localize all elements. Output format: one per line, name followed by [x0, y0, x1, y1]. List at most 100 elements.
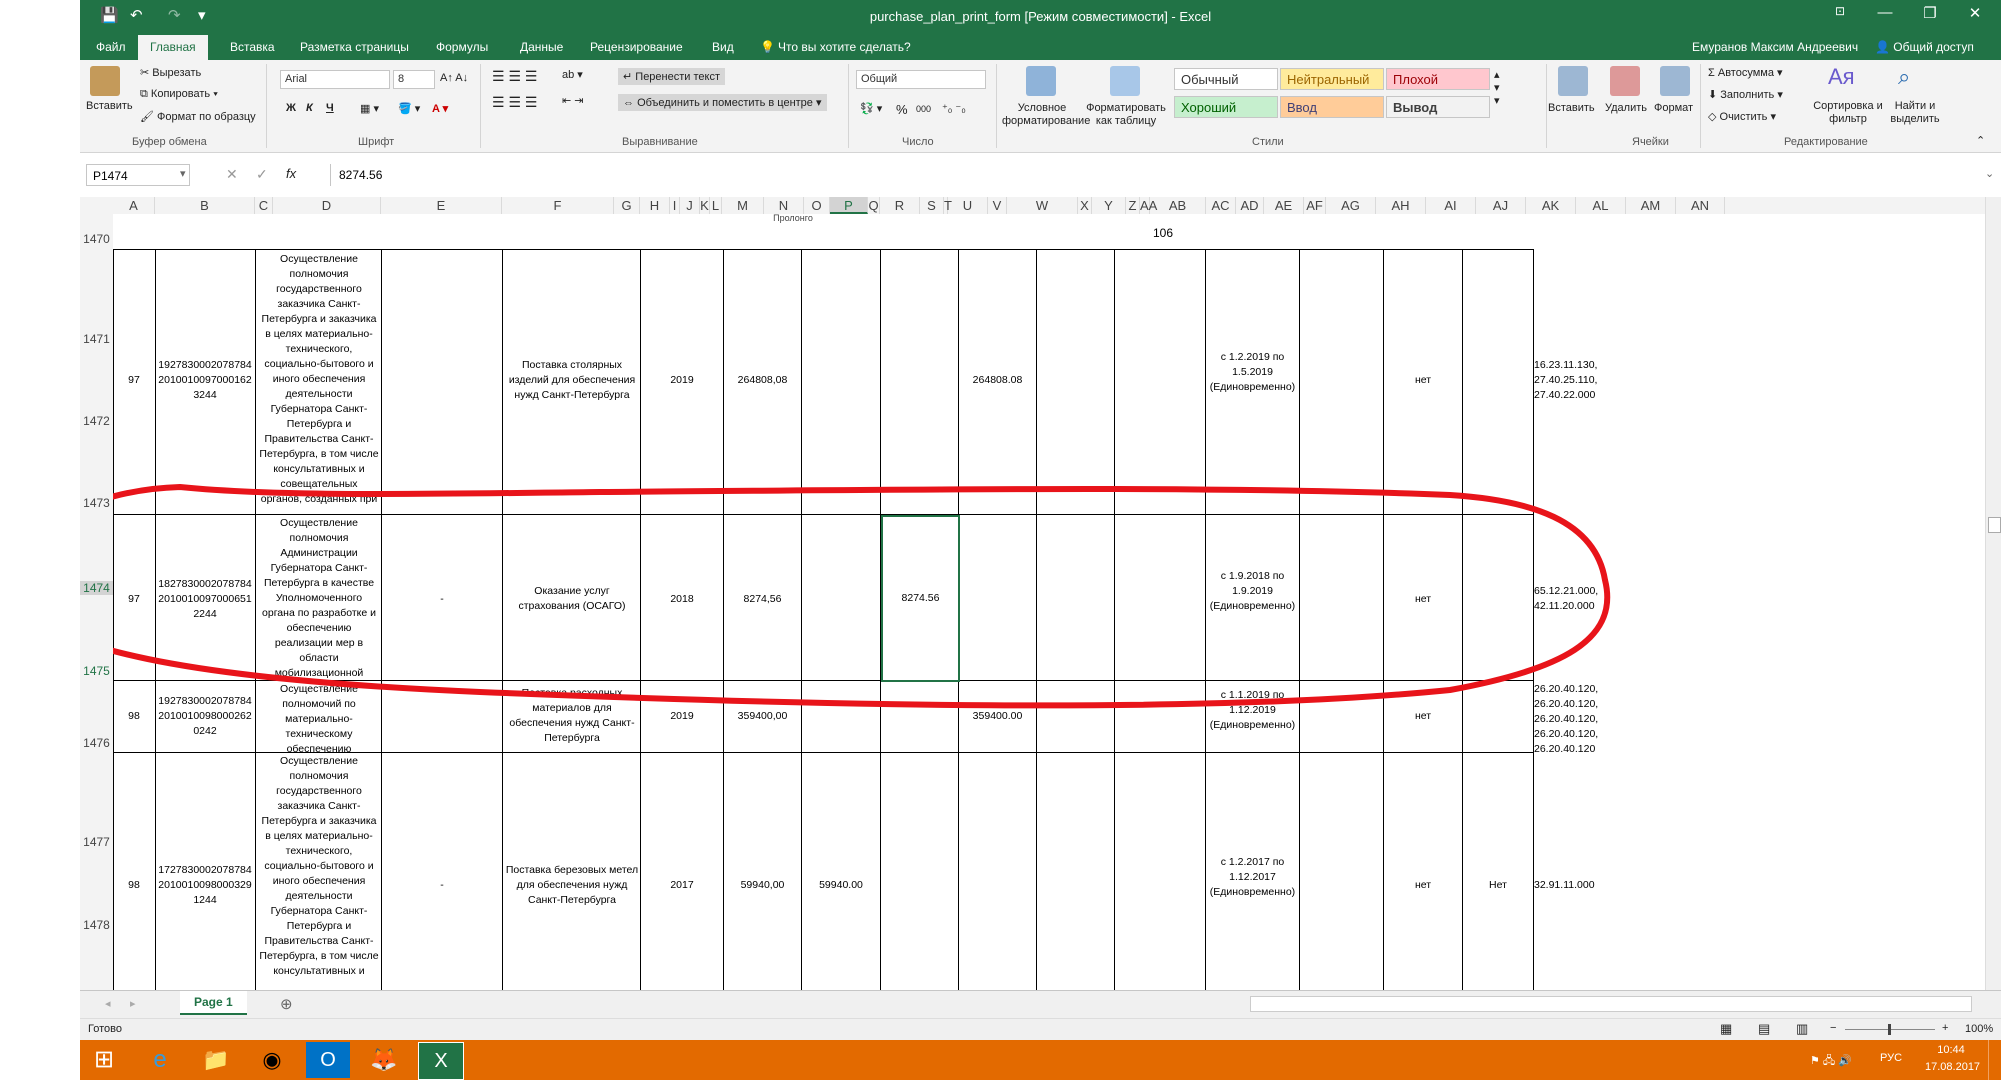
- column-header-d[interactable]: D: [273, 197, 381, 214]
- cell-purpose[interactable]: Осуществление полномочий по материально-…: [259, 682, 379, 752]
- format-cells-button[interactable]: Формат: [1654, 102, 1693, 114]
- cell-period[interactable]: с 1.2.2019 по 1.5.2019 (Единовременно): [1206, 350, 1299, 395]
- tab-page-layout[interactable]: Разметка страницы: [300, 40, 409, 54]
- sort-filter-icon[interactable]: Aᴙ: [1828, 64, 1855, 90]
- cell-purpose[interactable]: Осуществление полномочия Администрации Г…: [259, 516, 379, 680]
- tab-view[interactable]: Вид: [712, 40, 734, 54]
- maximize-button[interactable]: ❐: [1915, 4, 1945, 22]
- cell-p-selected[interactable]: 8274.56: [881, 515, 960, 682]
- row-header[interactable]: 1478: [80, 918, 113, 932]
- paste-button[interactable]: Вставить: [86, 100, 133, 112]
- language-indicator[interactable]: РУС: [1880, 1052, 1902, 1064]
- column-header-q[interactable]: Q: [868, 197, 880, 214]
- cell-okpd[interactable]: 32.91.11.000: [1534, 878, 1604, 893]
- column-header-j[interactable]: J: [680, 197, 700, 214]
- cell-e[interactable]: -: [382, 592, 502, 607]
- copy-button[interactable]: ⧉ Копировать ▾: [140, 88, 218, 101]
- column-header-ak[interactable]: AK: [1526, 197, 1576, 214]
- column-header-v[interactable]: V: [988, 197, 1007, 214]
- cell-period[interactable]: с 1.1.2019 по 1.12.2019 (Единовременно): [1206, 688, 1299, 733]
- font-name-select[interactable]: Arial: [280, 70, 390, 89]
- cell-r[interactable]: 264808.08: [959, 373, 1036, 388]
- enter-icon[interactable]: ✓: [256, 166, 268, 183]
- page-break-view-icon[interactable]: ▥: [1796, 1021, 1808, 1037]
- cell-period[interactable]: с 1.2.2017 по 1.12.2017 (Единовременно): [1206, 855, 1299, 900]
- column-header-al[interactable]: AL: [1576, 197, 1626, 214]
- show-desktop-button[interactable]: [1988, 1040, 1995, 1080]
- cancel-icon[interactable]: ✕: [226, 166, 238, 183]
- fill-color-icon[interactable]: 🪣 ▾: [398, 102, 420, 115]
- column-header-aa[interactable]: AA: [1140, 197, 1157, 214]
- sheet-prev-icon[interactable]: ◂: [105, 997, 111, 1010]
- column-header-r[interactable]: R: [880, 197, 920, 214]
- cell-year[interactable]: 2018: [641, 592, 723, 607]
- add-sheet-button[interactable]: ⊕: [280, 995, 293, 1013]
- close-button[interactable]: ✕: [1960, 4, 1990, 22]
- collapse-ribbon-icon[interactable]: ⌃: [1976, 134, 1985, 147]
- tab-data[interactable]: Данные: [520, 40, 563, 54]
- column-header-ab[interactable]: AB: [1150, 197, 1206, 214]
- find-select-button[interactable]: Найти и выделить: [1880, 100, 1950, 126]
- delete-cells-icon[interactable]: [1610, 66, 1640, 96]
- cell-num[interactable]: 98: [113, 709, 155, 724]
- find-icon[interactable]: ⌕: [1898, 64, 1910, 90]
- cell-ab[interactable]: нет: [1384, 373, 1462, 388]
- column-header-g[interactable]: G: [614, 197, 640, 214]
- column-header-c[interactable]: C: [255, 197, 273, 214]
- cell-purpose[interactable]: Осуществление полномочия государственног…: [259, 252, 379, 514]
- font-size-select[interactable]: 8: [393, 70, 435, 89]
- conditional-format-button[interactable]: Условное форматирование: [1002, 102, 1090, 128]
- cell-num[interactable]: 97: [113, 592, 155, 607]
- cell-period[interactable]: с 1.9.2018 по 1.9.2019 (Единовременно): [1206, 569, 1299, 614]
- column-header-ac[interactable]: AC: [1206, 197, 1236, 214]
- row-header[interactable]: 1470: [80, 232, 113, 246]
- insert-cells-button[interactable]: Вставить: [1548, 102, 1595, 114]
- cell-okpd[interactable]: 26.20.40.120, 26.20.40.120, 26.20.40.120…: [1534, 682, 1604, 752]
- outlook-icon[interactable]: O: [306, 1042, 350, 1078]
- sheet-tab-page-1[interactable]: Page 1: [180, 991, 247, 1015]
- clock-date[interactable]: 17.08.2017: [1925, 1061, 1980, 1073]
- column-header-ad[interactable]: AD: [1236, 197, 1264, 214]
- thousands-button[interactable]: 000: [916, 104, 931, 114]
- cell-subject[interactable]: Оказание услуг страхования (ОСАГО): [505, 584, 639, 614]
- file-explorer-icon[interactable]: 📁: [194, 1042, 238, 1078]
- cell-year[interactable]: 2019: [641, 709, 723, 724]
- cell-total[interactable]: 59940,00: [724, 878, 801, 893]
- sheet-next-icon[interactable]: ▸: [130, 997, 136, 1010]
- style-output[interactable]: Вывод: [1386, 96, 1490, 118]
- column-header-u[interactable]: U: [948, 197, 988, 214]
- cell-ab[interactable]: нет: [1384, 709, 1462, 724]
- insert-function-icon[interactable]: fx: [286, 166, 296, 181]
- row-header[interactable]: 1472: [80, 414, 113, 428]
- format-as-table-button[interactable]: Форматировать как таблицу: [1086, 102, 1166, 128]
- cell-code[interactable]: 172783000207878420100100980003291244: [157, 863, 253, 908]
- sort-filter-button[interactable]: Сортировка и фильтр: [1808, 100, 1888, 126]
- column-header-am[interactable]: AM: [1626, 197, 1676, 214]
- start-icon[interactable]: ⊞: [82, 1042, 126, 1078]
- zoom-slider-thumb[interactable]: [1888, 1024, 1891, 1035]
- cell-purpose[interactable]: Осуществление полномочия государственног…: [259, 754, 379, 990]
- delete-cells-button[interactable]: Удалить: [1605, 102, 1647, 114]
- column-header-o[interactable]: O: [804, 197, 830, 214]
- cell-year[interactable]: 2017: [641, 878, 723, 893]
- column-header-a[interactable]: A: [113, 197, 155, 214]
- column-header-b[interactable]: B: [155, 197, 255, 214]
- column-header-ah[interactable]: AH: [1376, 197, 1426, 214]
- cell-okpd[interactable]: 16.23.11.130, 27.40.25.110, 27.40.22.000: [1534, 358, 1604, 403]
- clock-time[interactable]: 10:44: [1925, 1044, 1977, 1056]
- row-header[interactable]: 1471: [80, 332, 113, 346]
- decimal-icon[interactable]: ⁺₀ ⁻₀: [942, 102, 966, 115]
- styles-scroll-icon[interactable]: ▴ ▾ ▾: [1494, 68, 1500, 107]
- tray-icons[interactable]: ⚑ 🖧 🔊: [1810, 1052, 1852, 1071]
- fill-button[interactable]: ⬇ Заполнить ▾: [1708, 88, 1783, 101]
- tab-file[interactable]: Файл: [96, 40, 126, 54]
- cut-button[interactable]: ✂ Вырезать: [140, 66, 201, 79]
- wrap-text-button[interactable]: ↵ Перенести текст: [618, 68, 725, 85]
- font-color-icon[interactable]: A ▾: [432, 102, 448, 115]
- grow-font-icon[interactable]: A↑ A↓: [440, 72, 468, 84]
- cell-subject[interactable]: Поставка расходных материалов для обеспе…: [505, 686, 639, 746]
- merge-center-button[interactable]: ⇔ Объединить и поместить в центре ▾: [618, 94, 827, 111]
- tab-home[interactable]: Главная: [138, 35, 208, 60]
- cell-n[interactable]: 59940.00: [802, 878, 880, 893]
- currency-icon[interactable]: 💱 ▾: [860, 102, 882, 115]
